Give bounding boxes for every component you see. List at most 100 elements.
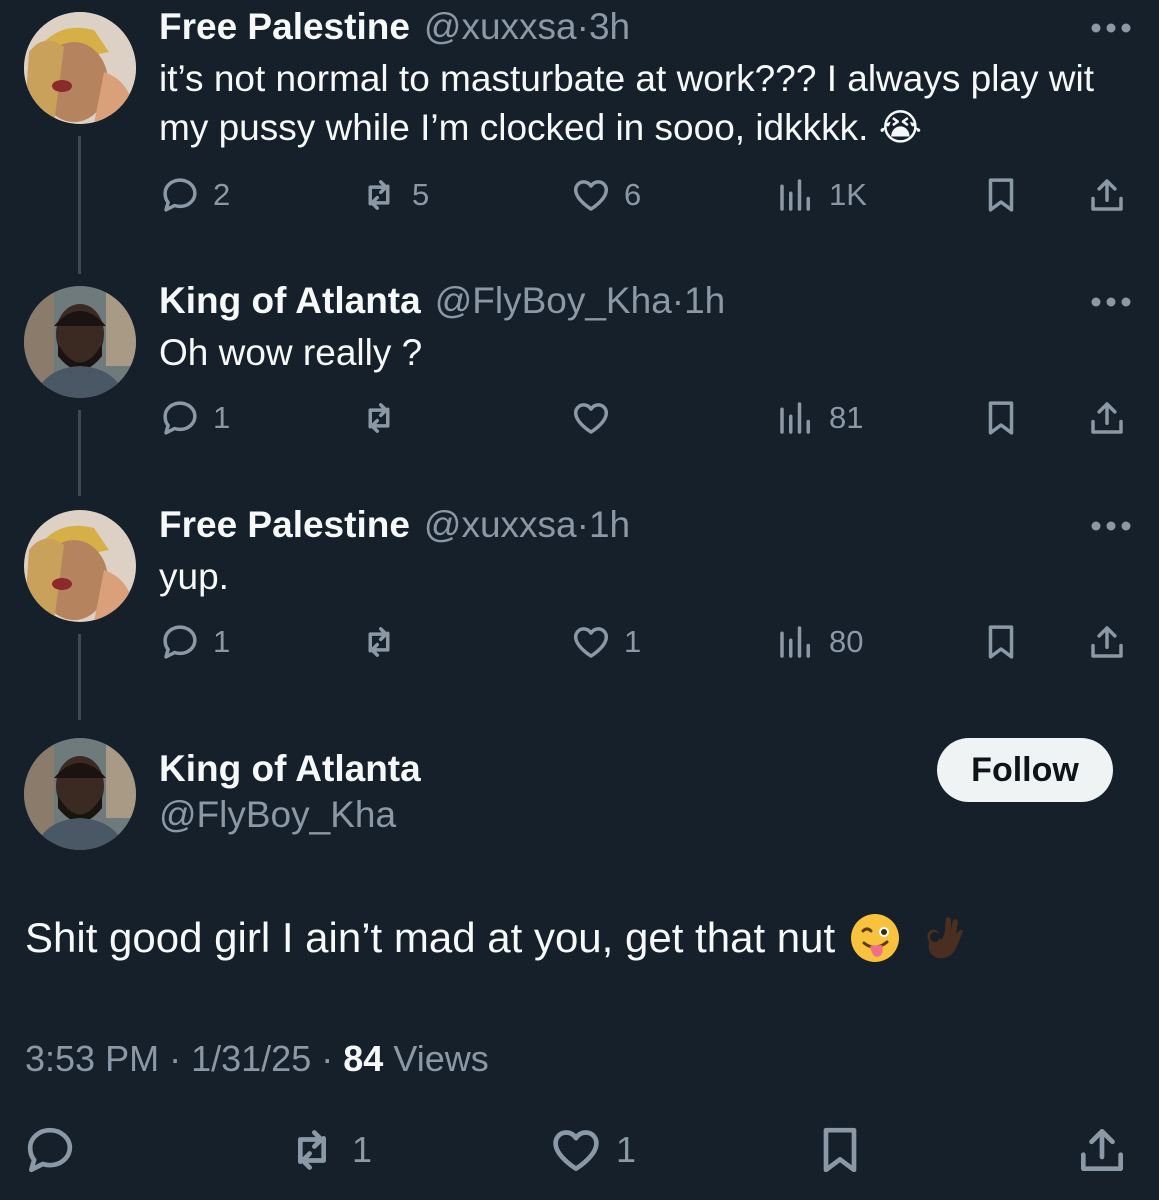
repost-button[interactable]: 1 xyxy=(284,1120,372,1180)
tweet-text: it’s not normal to masturbate at work???… xyxy=(159,58,1095,148)
timestamp[interactable]: 1h xyxy=(589,504,630,545)
share-button[interactable] xyxy=(1086,393,1128,443)
tweet-text: Oh wow really ? xyxy=(159,332,423,373)
timestamp[interactable]: 1h xyxy=(684,280,725,321)
main-action-bar: 1 1 xyxy=(0,1120,1159,1180)
bookmark-icon xyxy=(823,1127,857,1173)
follow-button[interactable]: Follow xyxy=(937,738,1113,802)
like-button[interactable] xyxy=(570,393,624,443)
post-time[interactable]: 3:53 PM xyxy=(25,1038,159,1079)
tweet-header: King of Atlanta @FlyBoy_Kha·1h xyxy=(159,276,725,326)
reply-button[interactable]: 1 xyxy=(159,617,230,667)
repost-icon xyxy=(298,1130,326,1170)
repost-count: 5 xyxy=(412,177,430,212)
avatar[interactable] xyxy=(24,510,136,622)
more-options-icon[interactable] xyxy=(1087,508,1135,544)
more-options-icon[interactable] xyxy=(1087,10,1135,46)
view-count: 81 xyxy=(829,400,864,435)
share-button[interactable] xyxy=(1074,1120,1130,1180)
repost-button[interactable] xyxy=(358,617,412,667)
handle-time: @xuxxsa·1h xyxy=(424,504,630,546)
post-date[interactable]: 1/31/25 xyxy=(191,1038,311,1079)
views-button[interactable]: 1K xyxy=(775,170,867,220)
main-tweet-text-row: Shit good girl I ain’t mad at you, get t… xyxy=(25,912,967,964)
tweet-text: yup. xyxy=(159,556,229,597)
bookmark-icon xyxy=(988,401,1014,435)
repost-icon xyxy=(368,403,390,433)
bookmark-button[interactable] xyxy=(980,170,1022,220)
main-tweet-text: Shit good girl I ain’t mad at you, get t… xyxy=(25,914,836,961)
analytics-icon xyxy=(780,626,810,658)
repost-button[interactable] xyxy=(358,393,412,443)
share-icon xyxy=(1081,1129,1123,1171)
separator: · xyxy=(169,1038,182,1079)
tweet-header: Free Palestine @xuxxsa·3h xyxy=(159,2,630,52)
repost-count: 1 xyxy=(352,1129,373,1170)
views-button[interactable]: 81 xyxy=(775,393,863,443)
ok-hand-emoji xyxy=(915,912,967,964)
avatar[interactable] xyxy=(24,286,136,398)
share-icon xyxy=(1091,179,1123,211)
timestamp[interactable]: 3h xyxy=(589,6,630,47)
repost-button[interactable]: 5 xyxy=(358,170,429,220)
bookmark-button[interactable] xyxy=(980,393,1022,443)
avatar[interactable] xyxy=(24,12,136,124)
display-name[interactable]: King of Atlanta xyxy=(159,748,421,790)
analytics-icon xyxy=(780,402,810,434)
repost-icon xyxy=(368,180,390,210)
handle[interactable]: @FlyBoy_Kha xyxy=(159,794,396,836)
like-count: 1 xyxy=(616,1129,637,1170)
reply-button[interactable]: 1 xyxy=(159,393,230,443)
share-button[interactable] xyxy=(1086,170,1128,220)
display-name[interactable]: King of Atlanta xyxy=(159,280,421,322)
like-count: 1 xyxy=(624,624,642,659)
reply-count: 1 xyxy=(213,624,231,659)
like-button[interactable]: 1 xyxy=(570,617,641,667)
display-name[interactable]: Free Palestine xyxy=(159,504,410,546)
bookmark-button[interactable] xyxy=(812,1120,868,1180)
view-count: 1K xyxy=(829,177,867,212)
action-bar: 2 5 6 1K xyxy=(0,170,1159,220)
handle[interactable]: @FlyBoy_Kha xyxy=(435,280,672,321)
heart-icon xyxy=(553,1130,599,1171)
display-name[interactable]: Free Palestine xyxy=(159,6,410,48)
reply-count: 1 xyxy=(213,400,231,435)
tweet-header: Free Palestine @xuxxsa·1h xyxy=(159,500,630,550)
heart-icon xyxy=(573,627,609,658)
action-bar: 1 81 xyxy=(0,393,1159,443)
analytics-icon xyxy=(780,179,810,211)
separator: · xyxy=(576,504,589,545)
more-options-icon[interactable] xyxy=(1087,284,1135,320)
view-count: 80 xyxy=(829,624,864,659)
bookmark-button[interactable] xyxy=(980,617,1022,667)
reply-icon xyxy=(27,1127,73,1173)
handle-time: @xuxxsa·3h xyxy=(424,6,630,48)
heart-icon xyxy=(573,403,609,434)
bookmark-icon xyxy=(988,178,1014,212)
separator: · xyxy=(321,1038,334,1079)
handle[interactable]: @xuxxsa xyxy=(424,6,577,47)
views-button[interactable]: 80 xyxy=(775,617,863,667)
share-icon xyxy=(1091,626,1123,658)
views-label: Views xyxy=(393,1038,489,1079)
reply-button[interactable] xyxy=(22,1120,78,1180)
reply-icon xyxy=(163,401,197,435)
reply-button[interactable]: 2 xyxy=(159,170,230,220)
share-button[interactable] xyxy=(1086,617,1128,667)
handle[interactable]: @xuxxsa xyxy=(424,504,577,545)
reply-icon xyxy=(163,178,197,212)
share-icon xyxy=(1091,402,1123,434)
like-button[interactable]: 6 xyxy=(570,170,641,220)
avatar[interactable] xyxy=(24,738,136,850)
views-count: 84 xyxy=(343,1038,384,1079)
tweet-timestamp[interactable]: 3:53 PM · 1/31/25 · 84 Views xyxy=(25,1038,489,1080)
separator: · xyxy=(671,280,685,321)
like-count: 6 xyxy=(624,177,642,212)
tweet-header: King of Atlanta xyxy=(159,744,421,794)
like-button[interactable]: 1 xyxy=(548,1120,636,1180)
separator: · xyxy=(576,6,589,47)
reply-count: 2 xyxy=(213,177,231,212)
bookmark-icon xyxy=(988,625,1014,659)
reply-icon xyxy=(163,625,197,659)
heart-icon xyxy=(573,180,609,211)
